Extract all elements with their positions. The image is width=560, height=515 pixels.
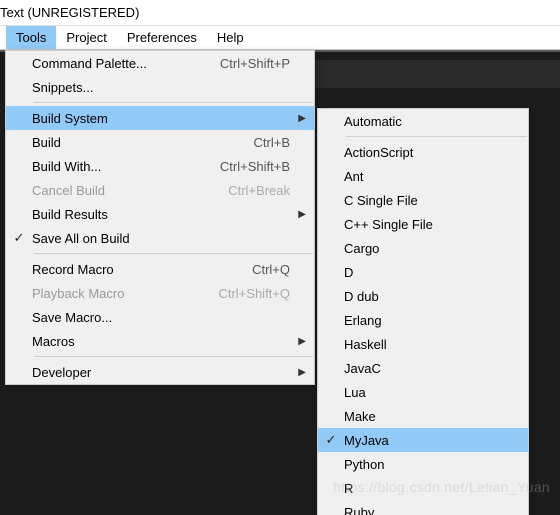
menu-label: Haskell [344, 337, 514, 352]
menu-developer[interactable]: Developer ▶ [6, 360, 314, 384]
submenu-arrow-icon: ▶ [290, 209, 306, 220]
menu-shortcut: Ctrl+Q [240, 262, 290, 277]
submenu-item-haskell[interactable]: Haskell [318, 332, 528, 356]
menu-label: Python [344, 457, 514, 472]
menu-label: Automatic [344, 114, 514, 129]
submenu-item-c-single-file[interactable]: C++ Single File [318, 212, 528, 236]
menu-build-system[interactable]: Build System ▶ [6, 106, 314, 130]
submenu-item-javac[interactable]: JavaC [318, 356, 528, 380]
menu-label: Macros [32, 334, 278, 349]
menu-snippets[interactable]: Snippets... [6, 75, 314, 99]
submenu-item-lua[interactable]: Lua [318, 380, 528, 404]
build-system-submenu: Automatic ActionScript Ant C Single File C+… [317, 108, 529, 515]
menu-shortcut: Ctrl+Shift+P [208, 56, 290, 71]
menu-label: Erlang [344, 313, 514, 328]
menu-build[interactable]: Build Ctrl+B [6, 130, 314, 154]
menu-record-macro[interactable]: Record Macro Ctrl+Q [6, 257, 314, 281]
menu-command-palette[interactable]: Command Palette... Ctrl+Shift+P [6, 51, 314, 75]
menu-label: Build System [32, 111, 278, 126]
window-title: Text (UNREGISTERED) [0, 0, 560, 26]
submenu-item-d[interactable]: D [318, 260, 528, 284]
menu-label: C Single File [344, 193, 514, 208]
submenu-arrow-icon: ▶ [290, 113, 306, 124]
submenu-automatic[interactable]: Automatic [318, 109, 528, 133]
menu-label: Playback Macro [32, 286, 206, 301]
menu-label: Record Macro [32, 262, 240, 277]
check-icon: ✓ [318, 432, 344, 448]
menu-label: Build Results [32, 207, 278, 222]
menu-label: Make [344, 409, 514, 424]
menu-label: Save All on Build [32, 231, 278, 246]
menu-shortcut: Ctrl+Break [216, 183, 290, 198]
menu-label: Developer [32, 365, 278, 380]
menu-label: R [344, 481, 514, 496]
submenu-item-actionscript[interactable]: ActionScript [318, 140, 528, 164]
menubar-item-help[interactable]: Help [207, 26, 254, 49]
menu-shortcut: Ctrl+B [242, 135, 290, 150]
submenu-item-python[interactable]: Python [318, 452, 528, 476]
menubar-item-project[interactable]: Project [56, 26, 116, 49]
menu-label: Lua [344, 385, 514, 400]
menu-build-with[interactable]: Build With... Ctrl+Shift+B [6, 154, 314, 178]
menu-label: Command Palette... [32, 56, 208, 71]
tools-menu: Command Palette... Ctrl+Shift+P Snippets… [5, 50, 315, 385]
submenu-item-make[interactable]: Make [318, 404, 528, 428]
menu-label: JavaC [344, 361, 514, 376]
menu-shortcut: Ctrl+Shift+Q [206, 286, 290, 301]
menu-build-results[interactable]: Build Results ▶ [6, 202, 314, 226]
menubar-item-preferences[interactable]: Preferences [117, 26, 207, 49]
menu-macros[interactable]: Macros ▶ [6, 329, 314, 353]
menu-label: MyJava [344, 433, 514, 448]
menu-label: Ruby [344, 505, 514, 515]
menu-separator [34, 253, 313, 254]
menu-label: Cargo [344, 241, 514, 256]
menu-label: Build [32, 135, 242, 150]
submenu-item-ant[interactable]: Ant [318, 164, 528, 188]
menu-label: Cancel Build [32, 183, 216, 198]
menu-label: C++ Single File [344, 217, 514, 232]
submenu-item-d-dub[interactable]: D dub [318, 284, 528, 308]
menu-shortcut: Ctrl+Shift+B [208, 159, 290, 174]
menubar-item-tools[interactable]: Tools [6, 26, 56, 49]
menu-save-macro[interactable]: Save Macro... [6, 305, 314, 329]
submenu-item-ruby[interactable]: Ruby [318, 500, 528, 515]
submenu-item-cargo[interactable]: Cargo [318, 236, 528, 260]
check-icon: ✓ [6, 230, 32, 246]
menu-playback-macro: Playback Macro Ctrl+Shift+Q [6, 281, 314, 305]
menu-label: Save Macro... [32, 310, 278, 325]
menu-label: Snippets... [32, 80, 278, 95]
menu-separator [346, 136, 527, 137]
menu-separator [34, 356, 313, 357]
menu-label: ActionScript [344, 145, 514, 160]
menu-label: D [344, 265, 514, 280]
submenu-item-c-single-file[interactable]: C Single File [318, 188, 528, 212]
menu-save-all-on-build[interactable]: ✓ Save All on Build [6, 226, 314, 250]
menubar: Tools Project Preferences Help [0, 26, 560, 50]
window-title-text: Text (UNREGISTERED) [0, 5, 139, 20]
menu-label: D dub [344, 289, 514, 304]
submenu-item-erlang[interactable]: Erlang [318, 308, 528, 332]
submenu-item-r[interactable]: R [318, 476, 528, 500]
menu-label: Build With... [32, 159, 208, 174]
menu-label: Ant [344, 169, 514, 184]
menu-separator [34, 102, 313, 103]
submenu-item-myjava[interactable]: ✓MyJava [318, 428, 528, 452]
menu-cancel-build: Cancel Build Ctrl+Break [6, 178, 314, 202]
submenu-arrow-icon: ▶ [290, 367, 306, 378]
submenu-arrow-icon: ▶ [290, 336, 306, 347]
